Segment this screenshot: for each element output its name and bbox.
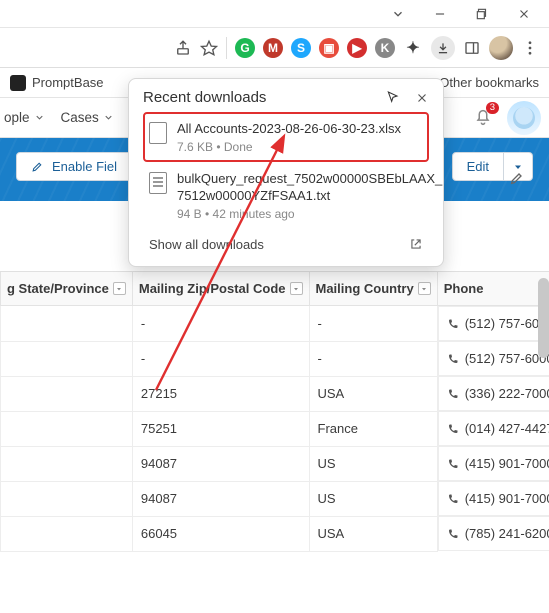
extension-icon[interactable]: M <box>263 38 283 58</box>
column-header[interactable]: Mailing Zip/Postal Code <box>132 272 309 306</box>
cursor-icon <box>385 90 401 106</box>
bookmark-item[interactable]: PromptBase <box>10 75 104 91</box>
table-row[interactable]: 75251France(014) 427-4427 <box>1 411 549 446</box>
download-item[interactable]: All Accounts-2023-08-26-06-30-23.xlsx 7.… <box>143 112 429 162</box>
user-avatar[interactable] <box>507 101 541 135</box>
profile-avatar[interactable] <box>489 36 513 60</box>
downloads-popup: Recent downloads All Accounts-2023-08-26… <box>128 78 444 267</box>
notification-badge: 3 <box>486 102 499 114</box>
close-icon[interactable] <box>415 91 429 105</box>
maximize-icon[interactable] <box>475 7 489 21</box>
phone-icon <box>447 458 459 470</box>
cell-phone[interactable]: (014) 427-4427 <box>438 411 549 446</box>
cell <box>1 516 133 551</box>
window-titlebar <box>0 0 549 28</box>
cell: - <box>132 306 309 342</box>
download-icon <box>436 41 450 55</box>
table-row[interactable]: 94087US(415) 901-7000 <box>1 481 549 516</box>
chevron-down-icon <box>103 112 114 123</box>
cell-phone[interactable]: (415) 901-7000 <box>438 481 549 516</box>
column-header[interactable]: g State/Province <box>1 272 133 306</box>
cell-phone[interactable]: (415) 901-7000 <box>438 446 549 481</box>
chevron-down-icon <box>34 112 45 123</box>
table-row[interactable]: 27215USA(336) 222-7000 <box>1 376 549 411</box>
popup-title: Recent downloads <box>143 89 385 106</box>
table-row[interactable]: 94087US(415) 901-7000 <box>1 446 549 481</box>
table-row[interactable]: 66045USA(785) 241-6200 <box>1 516 549 551</box>
notifications-button[interactable]: 3 <box>473 106 493 129</box>
phone-icon <box>447 493 459 505</box>
chevron-down-icon[interactable] <box>391 7 405 21</box>
browser-toolbar: G M S ▣ ▶ K ✦ <box>0 28 549 68</box>
phone-icon <box>447 423 459 435</box>
external-link-icon <box>409 237 423 251</box>
cell: - <box>132 341 309 376</box>
cell: 66045 <box>132 516 309 551</box>
accounts-table: g State/Province Mailing Zip/Postal Code… <box>0 271 549 552</box>
cell: France <box>309 411 437 446</box>
phone-icon <box>447 388 459 400</box>
cell: USA <box>309 376 437 411</box>
extension-icon[interactable]: S <box>291 38 311 58</box>
download-item[interactable]: bulkQuery_request_7502w00000SBEbLAAX_ 75… <box>143 162 429 229</box>
extension-icon[interactable]: K <box>375 38 395 58</box>
close-icon[interactable] <box>517 7 531 21</box>
table-row[interactable]: --(512) 757-6000 <box>1 306 549 342</box>
download-filename: bulkQuery_request_7502w00000SBEbLAAX_ 75… <box>177 170 442 205</box>
nav-item[interactable]: Cases <box>61 110 114 125</box>
star-icon[interactable] <box>200 39 218 57</box>
cell <box>1 446 133 481</box>
menu-icon[interactable] <box>521 39 539 57</box>
cell: 94087 <box>132 481 309 516</box>
phone-icon <box>447 318 459 330</box>
cell-phone[interactable]: (512) 757-6000 <box>438 341 549 376</box>
cell <box>1 376 133 411</box>
cell <box>1 481 133 516</box>
extension-icon[interactable]: ▶ <box>347 38 367 58</box>
downloads-button[interactable] <box>431 36 455 60</box>
cell <box>1 341 133 376</box>
pencil-icon[interactable] <box>509 170 525 186</box>
cell <box>1 411 133 446</box>
edit-button[interactable]: Edit <box>452 152 504 181</box>
scrollbar[interactable] <box>538 278 549 358</box>
phone-icon <box>447 528 459 540</box>
file-icon <box>149 122 167 144</box>
enable-field-button[interactable]: Enable Fiel <box>16 152 132 181</box>
bookmark-favicon <box>10 75 26 91</box>
extensions-menu-icon[interactable]: ✦ <box>403 38 423 58</box>
cell: - <box>309 306 437 342</box>
cell: 75251 <box>132 411 309 446</box>
column-header[interactable]: Phone <box>437 272 549 306</box>
extension-icon[interactable]: G <box>235 38 255 58</box>
minimize-icon[interactable] <box>433 7 447 21</box>
nav-item[interactable]: ople <box>4 110 45 125</box>
extension-icon[interactable]: ▣ <box>319 38 339 58</box>
cell-phone[interactable]: (336) 222-7000 <box>438 376 549 411</box>
other-bookmarks[interactable]: Other bookmarks <box>439 75 539 90</box>
cell <box>1 306 133 342</box>
share-icon[interactable] <box>174 39 192 57</box>
cell: US <box>309 446 437 481</box>
bookmark-label: PromptBase <box>32 75 104 90</box>
cell-phone[interactable]: (785) 241-6200 <box>438 516 549 551</box>
download-meta: 7.6 KB • Done <box>177 140 401 154</box>
column-header[interactable]: Mailing Country <box>309 272 437 306</box>
cell: USA <box>309 516 437 551</box>
cell-phone[interactable]: (512) 757-6000 <box>438 306 549 341</box>
cell: 94087 <box>132 446 309 481</box>
pencil-icon <box>31 160 44 173</box>
side-panel-icon[interactable] <box>463 39 481 57</box>
download-filename: All Accounts-2023-08-26-06-30-23.xlsx <box>177 120 401 138</box>
file-icon <box>149 172 167 194</box>
cell: 27215 <box>132 376 309 411</box>
table-row[interactable]: --(512) 757-6000 <box>1 341 549 376</box>
cell: US <box>309 481 437 516</box>
cell: - <box>309 341 437 376</box>
phone-icon <box>447 353 459 365</box>
download-meta: 94 B • 42 minutes ago <box>177 207 442 221</box>
show-all-downloads[interactable]: Show all downloads <box>143 229 429 254</box>
